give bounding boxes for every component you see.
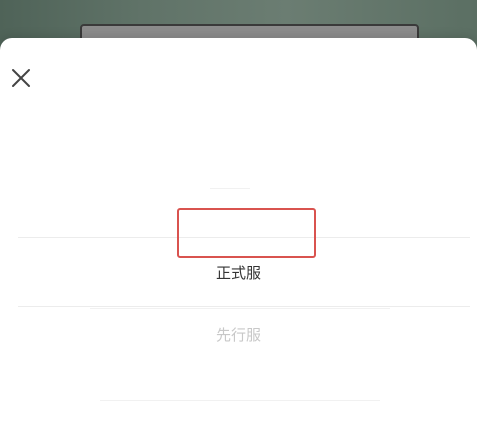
server-select-sheet: 正式服 先行服 <box>0 38 477 433</box>
option-preview-server[interactable]: 先行服 <box>0 321 477 349</box>
divider-top <box>18 237 470 238</box>
option-official-server[interactable]: 正式服 <box>0 251 477 295</box>
ghost-line <box>90 308 390 309</box>
divider-middle <box>18 306 470 307</box>
ghost-line <box>210 188 250 189</box>
close-icon <box>12 69 30 87</box>
ghost-line <box>100 400 380 401</box>
close-button[interactable] <box>9 66 33 90</box>
